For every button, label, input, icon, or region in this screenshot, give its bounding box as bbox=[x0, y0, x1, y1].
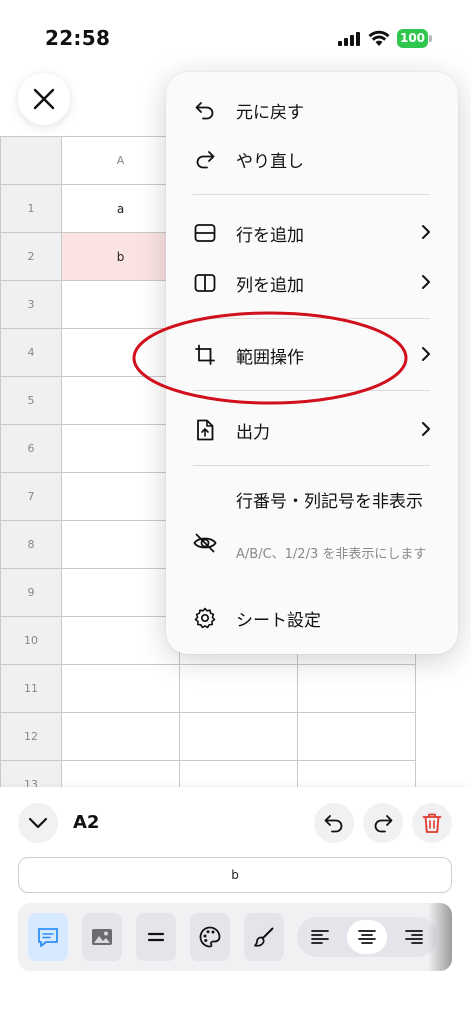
menu-divider bbox=[193, 194, 430, 195]
cell[interactable] bbox=[61, 520, 180, 569]
row-header[interactable]: 5 bbox=[0, 376, 62, 425]
row-header[interactable]: 11 bbox=[0, 664, 62, 713]
gear-icon bbox=[194, 607, 216, 629]
undo-button[interactable] bbox=[314, 803, 354, 843]
row-header[interactable]: 4 bbox=[0, 328, 62, 377]
menu-label-export: 出力 bbox=[236, 423, 270, 443]
menu-item-sheet-settings[interactable]: シート設定 bbox=[166, 594, 458, 640]
cell[interactable] bbox=[179, 712, 298, 761]
menu-item-add-column[interactable]: 列を追加 bbox=[166, 259, 458, 305]
comment-icon bbox=[38, 928, 58, 947]
cell[interactable] bbox=[297, 712, 416, 761]
menu-item-redo[interactable]: やり直し bbox=[166, 135, 458, 181]
status-bar: 22:58 100 bbox=[0, 0, 471, 70]
cell[interactable] bbox=[61, 712, 180, 761]
menu-label-redo: やり直し bbox=[236, 152, 304, 172]
insert-image-button[interactable] bbox=[82, 913, 122, 961]
formula-input[interactable]: b bbox=[18, 857, 452, 893]
chevron-right-icon bbox=[422, 275, 430, 289]
add-row-icon bbox=[194, 224, 216, 242]
row-header[interactable]: 12 bbox=[0, 712, 62, 761]
row-header[interactable]: 10 bbox=[0, 616, 62, 665]
redo-button[interactable] bbox=[363, 803, 403, 843]
equals-icon bbox=[147, 932, 165, 942]
toolbar-scroll-fade bbox=[428, 903, 452, 971]
format-brush-button[interactable] bbox=[244, 913, 284, 961]
cell[interactable] bbox=[179, 664, 298, 713]
cell[interactable] bbox=[61, 616, 180, 665]
align-right-icon bbox=[405, 930, 423, 944]
text-alignment-group bbox=[297, 917, 437, 957]
delete-button[interactable] bbox=[412, 803, 452, 843]
row-header[interactable]: 6 bbox=[0, 424, 62, 473]
chevron-right-icon bbox=[422, 225, 430, 239]
format-toolbar bbox=[18, 903, 452, 971]
menu-label-add-column: 列を追加 bbox=[236, 276, 304, 296]
cell-a1[interactable]: a bbox=[61, 184, 180, 233]
align-center-icon bbox=[358, 930, 376, 944]
battery-level: 100 bbox=[397, 29, 428, 48]
align-left-icon bbox=[311, 930, 329, 944]
home-area bbox=[0, 1004, 471, 1024]
redo-icon bbox=[196, 151, 215, 169]
menu-item-export[interactable]: 出力 bbox=[166, 406, 458, 452]
chevron-down-icon bbox=[28, 817, 48, 829]
close-icon bbox=[33, 88, 55, 110]
close-button[interactable] bbox=[18, 73, 70, 125]
align-left-button[interactable] bbox=[300, 920, 340, 954]
row-header[interactable]: 9 bbox=[0, 568, 62, 617]
grid-corner[interactable] bbox=[0, 136, 62, 185]
menu-label-hide-headers: 行番号・列記号を非表示 bbox=[236, 492, 423, 512]
cell[interactable] bbox=[297, 664, 416, 713]
row-header[interactable]: 7 bbox=[0, 472, 62, 521]
cell[interactable] bbox=[61, 472, 180, 521]
color-palette-button[interactable] bbox=[190, 913, 230, 961]
menu-item-undo[interactable]: 元に戻す bbox=[166, 86, 458, 132]
column-header-a[interactable]: A bbox=[61, 136, 180, 185]
menu-label-undo: 元に戻す bbox=[236, 103, 304, 123]
menu-item-add-row[interactable]: 行を追加 bbox=[166, 209, 458, 255]
menu-label-sheet-settings: シート設定 bbox=[236, 611, 321, 631]
cell[interactable] bbox=[61, 568, 180, 617]
redo-icon bbox=[374, 815, 393, 833]
row-header[interactable]: 3 bbox=[0, 280, 62, 329]
add-column-icon bbox=[194, 274, 216, 292]
wifi-icon bbox=[368, 30, 390, 46]
current-cell-reference: A2 bbox=[73, 812, 100, 833]
cellular-signal-icon bbox=[338, 32, 360, 46]
menu-item-hide-headers[interactable]: 行番号・列記号を非表示 A/B/C、1/2/3 を非表示にします bbox=[166, 489, 458, 599]
row-header[interactable]: 8 bbox=[0, 520, 62, 569]
menu-label-add-row: 行を追加 bbox=[236, 226, 304, 246]
menu-desc-hide-headers: A/B/C、1/2/3 を非表示にします bbox=[236, 547, 427, 562]
image-icon bbox=[92, 929, 112, 945]
chevron-right-icon bbox=[422, 347, 430, 361]
cell[interactable] bbox=[61, 664, 180, 713]
undo-icon bbox=[195, 102, 214, 120]
trash-icon bbox=[422, 813, 442, 833]
cell-editor-panel: A2 b bbox=[0, 787, 471, 1024]
align-center-button[interactable] bbox=[347, 920, 387, 954]
chevron-right-icon bbox=[422, 422, 430, 436]
cell[interactable] bbox=[61, 424, 180, 473]
status-time: 22:58 bbox=[45, 26, 111, 50]
comment-button[interactable] bbox=[28, 913, 68, 961]
row-header[interactable]: 1 bbox=[0, 184, 62, 233]
undo-icon bbox=[324, 815, 343, 833]
cell-a2-selected[interactable]: b bbox=[61, 232, 180, 281]
palette-icon bbox=[199, 926, 221, 948]
eye-slash-icon bbox=[193, 533, 217, 553]
row-header[interactable]: 2 bbox=[0, 232, 62, 281]
menu-divider bbox=[193, 465, 430, 466]
export-file-icon bbox=[197, 419, 214, 441]
formula-button[interactable] bbox=[136, 913, 176, 961]
collapse-panel-button[interactable] bbox=[18, 803, 58, 843]
paintbrush-icon bbox=[254, 927, 274, 947]
battery-icon: 100 bbox=[397, 29, 433, 48]
annotation-ellipse bbox=[132, 311, 408, 405]
